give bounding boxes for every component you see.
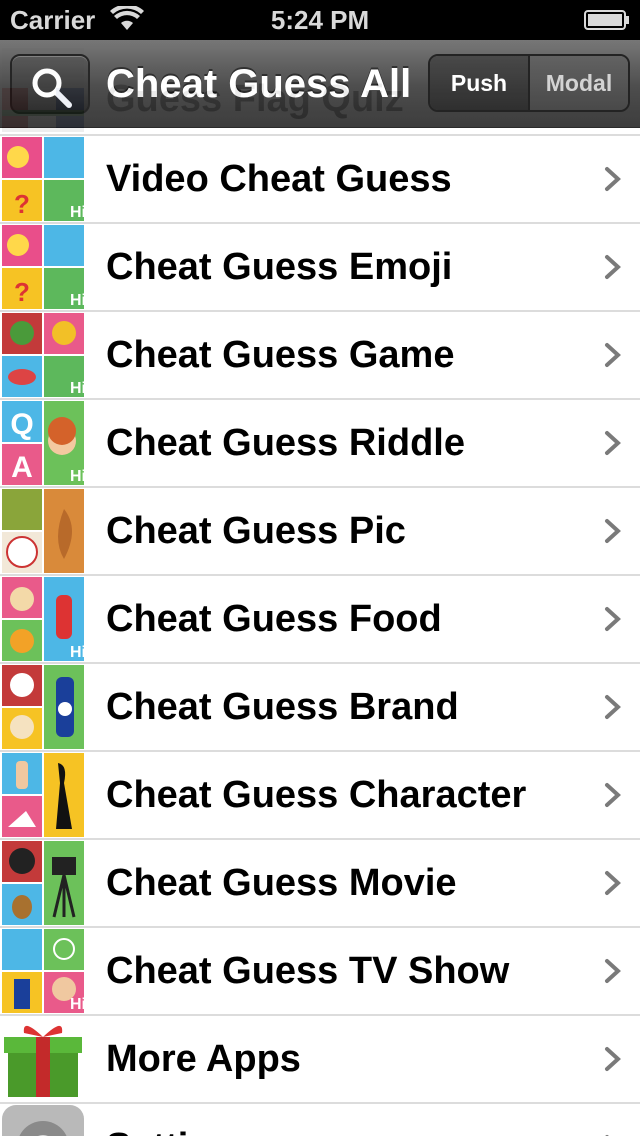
list-item[interactable]: ? Hi Video Cheat Guess: [0, 136, 640, 224]
list-item-label: Cheat Guess Riddle: [106, 422, 465, 464]
quad-riddle-icon: Q A Hi: [2, 401, 84, 485]
quad-character-icon: [2, 753, 84, 837]
list-item[interactable]: Q A Hi Cheat Guess Riddle: [0, 400, 640, 488]
quad-emoji-icon: ? Hi: [2, 225, 84, 309]
list-item[interactable]: Cheat Guess Pic: [0, 488, 640, 576]
quad-pic-icon: [2, 489, 84, 573]
list-item[interactable]: Cheat Guess Character: [0, 752, 640, 840]
list-item[interactable]: Hi Cheat Guess TV Show: [0, 928, 640, 1016]
quad-brand-icon: [2, 665, 84, 749]
quad-game-icon: Hi: [2, 313, 84, 397]
search-button[interactable]: [10, 54, 90, 114]
list-item-label: More Apps: [106, 1038, 301, 1080]
svg-text:Hi: Hi: [70, 996, 84, 1013]
list-item-label: Cheat Guess Game: [106, 334, 455, 376]
search-icon: [32, 68, 72, 108]
svg-text:Hi: Hi: [70, 292, 84, 309]
quad-food-icon: Hi: [2, 577, 84, 661]
svg-text:Hi: Hi: [70, 468, 84, 485]
quad-tv-icon: Hi: [2, 929, 84, 1013]
chevron-right-icon: [605, 255, 621, 279]
svg-text:?: ?: [14, 189, 30, 219]
chevron-right-icon: [605, 431, 621, 455]
modal-segment[interactable]: Modal: [530, 56, 628, 110]
app-list: ? Hi Video Cheat Guess ? Hi Cheat Guess …: [0, 136, 640, 1136]
presentation-segmented-control: Push Modal: [428, 54, 630, 112]
chevron-right-icon: [605, 959, 621, 983]
chevron-right-icon: [605, 871, 621, 895]
list-item[interactable]: Hi Cheat Guess Game: [0, 312, 640, 400]
gear-icon: [2, 1105, 84, 1136]
chevron-right-icon: [605, 607, 621, 631]
list-item-label: Cheat Guess Brand: [106, 686, 459, 728]
chevron-right-icon: [605, 167, 621, 191]
navigation-bar: Cheat Guess All Push Modal: [0, 40, 640, 128]
list-item[interactable]: ? Hi Cheat Guess Emoji: [0, 224, 640, 312]
push-segment[interactable]: Push: [430, 56, 530, 110]
chevron-right-icon: [605, 695, 621, 719]
gift-icon: [2, 1017, 84, 1101]
nav-title: Cheat Guess All: [106, 62, 412, 106]
svg-text:Hi: Hi: [70, 644, 84, 661]
list-item-label: Cheat Guess Food: [106, 598, 442, 640]
list-item[interactable]: Cheat Guess Movie: [0, 840, 640, 928]
chevron-right-icon: [605, 1047, 621, 1071]
chevron-right-icon: [605, 783, 621, 807]
list-item-label: Cheat Guess Emoji: [106, 246, 453, 288]
chevron-right-icon: [605, 343, 621, 367]
battery-icon: [584, 10, 629, 30]
list-item-label: Cheat Guess Pic: [106, 510, 406, 552]
svg-text:Q: Q: [10, 408, 33, 441]
list-item[interactable]: Hi Cheat Guess Food: [0, 576, 640, 664]
list-item-label: Video Cheat Guess: [106, 158, 452, 200]
quad-movie-icon: [2, 841, 84, 925]
list-item-label: Settings: [106, 1104, 256, 1136]
list-item-label: Cheat Guess TV Show: [106, 950, 510, 992]
svg-text:Hi: Hi: [70, 204, 84, 221]
svg-text:?: ?: [14, 277, 30, 307]
status-bar: Carrier 5:24 PM: [0, 0, 640, 40]
svg-text:Hi: Hi: [70, 380, 84, 397]
list-item[interactable]: Settings: [0, 1104, 640, 1136]
list-item-label: Cheat Guess Character: [106, 774, 527, 816]
quad-emoji-icon: ? Hi: [2, 137, 84, 221]
chevron-right-icon: [605, 519, 621, 543]
list-item[interactable]: Cheat Guess Brand: [0, 664, 640, 752]
svg-text:A: A: [11, 451, 33, 484]
clock: 5:24 PM: [270, 5, 370, 35]
list-item-label: Cheat Guess Movie: [106, 862, 457, 904]
list-item[interactable]: More Apps: [0, 1016, 640, 1104]
